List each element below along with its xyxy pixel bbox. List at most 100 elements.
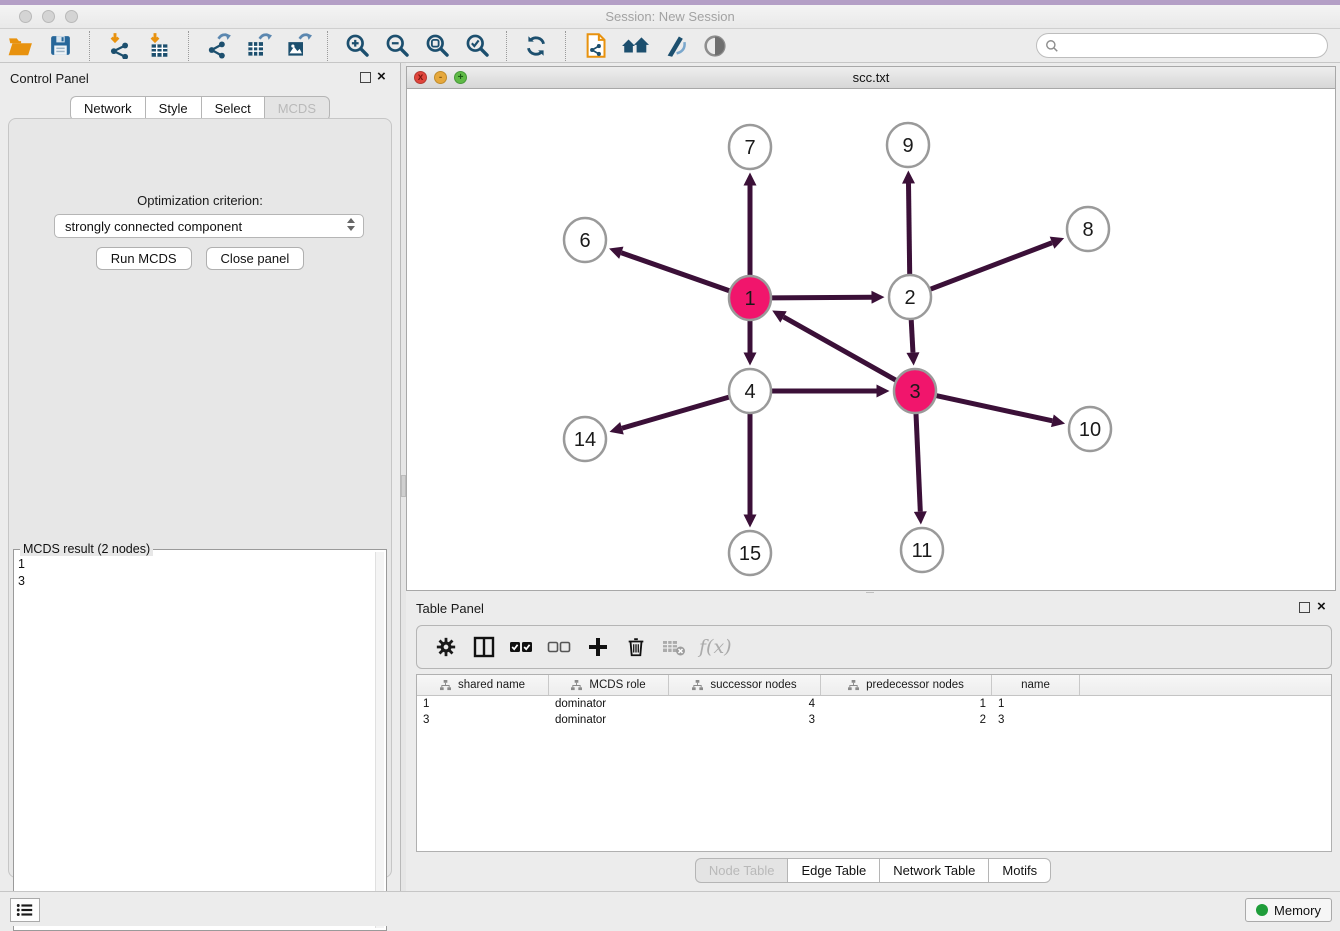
column-label: successor nodes	[710, 679, 796, 691]
task-history-button[interactable]	[10, 898, 40, 922]
column-label: name	[1021, 679, 1050, 691]
result-scrollbar[interactable]	[375, 552, 384, 928]
graph-edge-2-9[interactable]	[909, 183, 910, 275]
select-all-icon[interactable]	[507, 632, 537, 662]
network-window-title: scc.txt	[407, 70, 1335, 85]
optimization-criterion-label: Optimization criterion:	[9, 193, 391, 208]
graph-node-label: 11	[912, 540, 933, 562]
table-settings-icon[interactable]	[431, 632, 461, 662]
memory-status-icon	[1256, 904, 1268, 916]
column-header-successor-nodes[interactable]: successor nodes	[669, 675, 821, 695]
table-cell[interactable]: 1	[992, 698, 1080, 710]
mcds-result-label: MCDS result (2 nodes)	[20, 542, 153, 556]
graph-edge-3-11[interactable]	[916, 412, 920, 511]
zoom-selected-icon[interactable]	[462, 31, 492, 61]
graph-edge-2-3[interactable]	[911, 318, 913, 352]
float-panel-icon[interactable]	[360, 72, 371, 83]
network-canvas[interactable]: 7968124314101511	[407, 89, 1335, 590]
add-row-icon[interactable]	[583, 632, 613, 662]
column-header-name[interactable]: name	[992, 675, 1080, 695]
tab-motifs[interactable]: Motifs	[988, 858, 1051, 883]
window-title: Session: New Session	[0, 9, 1340, 24]
column-header-shared-name[interactable]: shared name	[417, 675, 549, 695]
table-panel-title: Table Panel	[416, 601, 484, 616]
float-table-panel-icon[interactable]	[1299, 602, 1310, 613]
toolbar-separator	[89, 31, 90, 61]
graph-node-label: 7	[744, 137, 755, 159]
table-row[interactable]: 1dominator411	[417, 696, 1331, 712]
flatten-icon	[848, 680, 859, 691]
open-session-icon[interactable]	[5, 31, 35, 61]
table-cell[interactable]: 4	[669, 698, 821, 710]
delete-row-icon[interactable]	[621, 632, 651, 662]
export-table-icon[interactable]	[243, 31, 273, 61]
export-image-icon[interactable]	[283, 31, 313, 61]
control-panel: Control Panel × Network Style Select MCD…	[0, 63, 401, 891]
table-tabs: Node Table Edge Table Network Table Moti…	[406, 858, 1340, 883]
graph-edge-1-6[interactable]	[621, 253, 729, 291]
table-cell[interactable]: dominator	[549, 698, 669, 710]
control-panel-header: Control Panel ×	[0, 63, 400, 93]
show-welcome-screen-icon[interactable]	[620, 31, 650, 61]
search-input[interactable]	[1064, 39, 1327, 53]
node-table[interactable]: shared name MCDS role successor nodes pr…	[416, 674, 1332, 852]
status-bar: Memory	[0, 891, 1340, 926]
table-cell[interactable]: 3	[992, 714, 1080, 726]
flatten-icon	[692, 680, 703, 691]
select-arrows-icon	[347, 218, 355, 231]
flatten-icon	[440, 680, 451, 691]
graph-node-label: 3	[909, 381, 920, 403]
mcds-result-text[interactable]: 1 3	[18, 556, 372, 926]
graph-node-label: 15	[739, 543, 761, 565]
show-columns-icon[interactable]	[469, 632, 499, 662]
table-cell[interactable]: 2	[821, 714, 992, 726]
table-cell[interactable]: 1	[821, 698, 992, 710]
graph-node-label: 10	[1079, 419, 1101, 441]
table-cell[interactable]: 3	[417, 714, 549, 726]
network-window-titlebar[interactable]: x - + scc.txt	[407, 67, 1335, 89]
toolbar-separator	[506, 31, 507, 61]
tab-edge-table[interactable]: Edge Table	[787, 858, 879, 883]
toolbar-separator	[327, 31, 328, 61]
graph-node-label: 8	[1082, 219, 1093, 241]
graph-edge-2-8[interactable]	[930, 243, 1052, 290]
graph-edge-3-10[interactable]	[936, 396, 1052, 421]
apply-function-icon[interactable]: f(x)	[699, 636, 732, 658]
graph-edge-4-14[interactable]	[622, 397, 729, 428]
save-session-icon[interactable]	[45, 31, 75, 61]
close-table-panel-icon[interactable]: ×	[1317, 598, 1326, 615]
table-cell[interactable]: 3	[669, 714, 821, 726]
tab-node-table[interactable]: Node Table	[695, 858, 788, 883]
graph-edge-1-2[interactable]	[771, 297, 871, 298]
refresh-view-icon[interactable]	[521, 31, 551, 61]
memory-button[interactable]: Memory	[1245, 898, 1332, 922]
close-panel-button[interactable]: Close panel	[206, 247, 305, 270]
table-row[interactable]: 3dominator323	[417, 712, 1331, 728]
zoom-in-icon[interactable]	[342, 31, 372, 61]
import-network-icon[interactable]	[104, 31, 134, 61]
network-graph[interactable]: 7968124314101511	[407, 89, 1335, 590]
export-network-icon[interactable]	[203, 31, 233, 61]
graph-edge-3-1[interactable]	[784, 317, 897, 381]
column-header-mcds-role[interactable]: MCDS role	[549, 675, 669, 695]
search-field[interactable]	[1036, 33, 1328, 58]
import-table-icon[interactable]	[144, 31, 174, 61]
delete-table-icon[interactable]	[659, 632, 689, 662]
zoom-out-icon[interactable]	[382, 31, 412, 61]
table-header-row: shared name MCDS role successor nodes pr…	[417, 675, 1331, 696]
table-cell[interactable]: 1	[417, 698, 549, 710]
close-panel-icon[interactable]: ×	[377, 68, 386, 85]
list-icon	[16, 902, 34, 918]
criterion-select[interactable]: strongly connected component	[54, 214, 364, 238]
graph-node-label: 4	[744, 381, 755, 403]
control-panel-title: Control Panel	[10, 71, 89, 86]
table-cell[interactable]: dominator	[549, 714, 669, 726]
run-mcds-button[interactable]: Run MCDS	[96, 247, 192, 270]
column-header-predecessor-nodes[interactable]: predecessor nodes	[821, 675, 992, 695]
tab-network-table[interactable]: Network Table	[879, 858, 988, 883]
hide-gui-icon[interactable]	[700, 31, 730, 61]
zoom-fit-icon[interactable]	[422, 31, 452, 61]
annotations-icon[interactable]	[660, 31, 690, 61]
copy-current-network-icon[interactable]	[580, 31, 610, 61]
deselect-all-icon[interactable]	[545, 632, 575, 662]
